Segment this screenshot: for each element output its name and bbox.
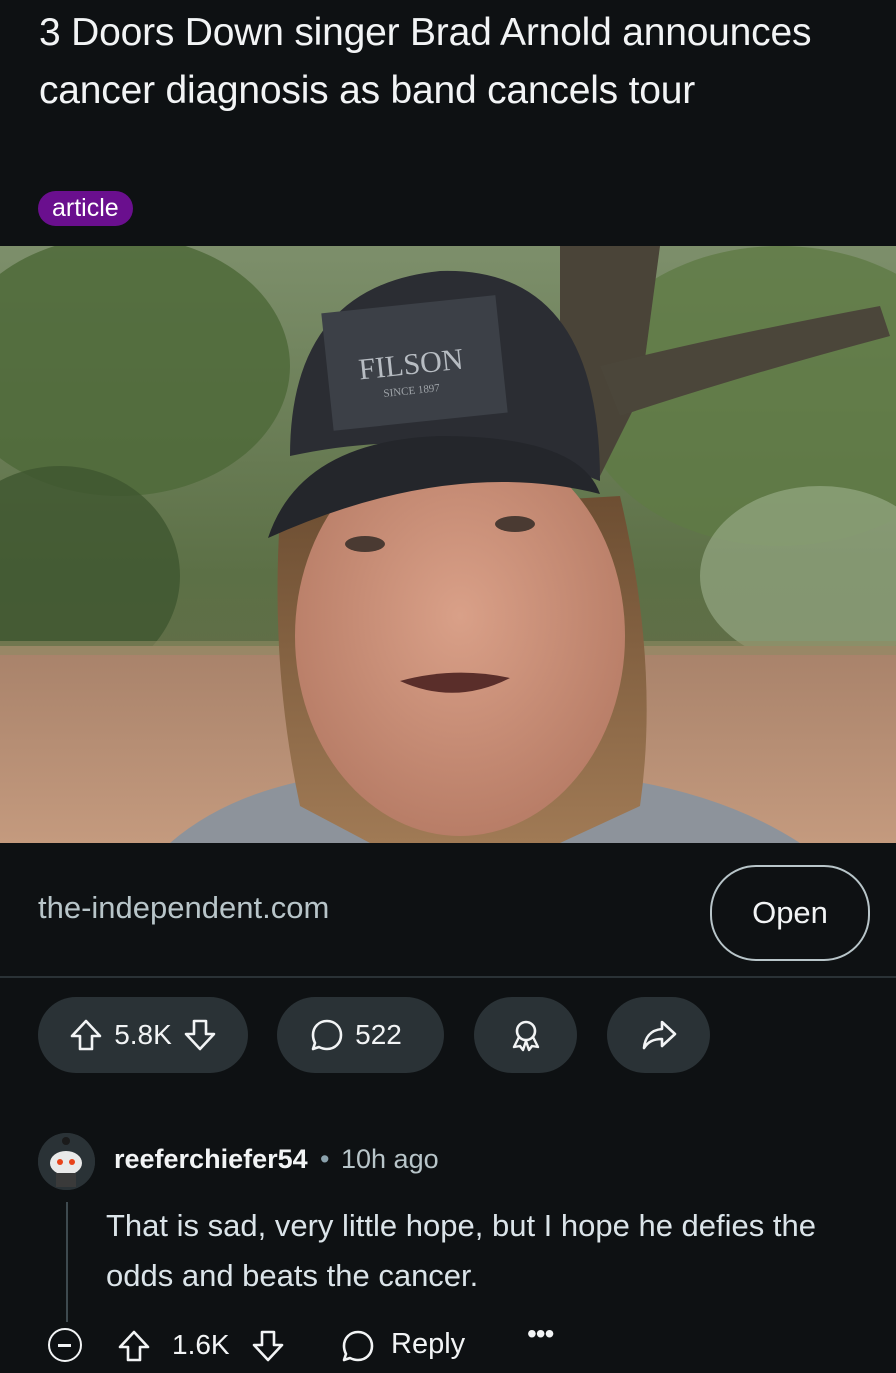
comment-count: 522 bbox=[355, 1019, 402, 1050]
upvote-icon[interactable] bbox=[68, 1017, 104, 1053]
reply-button[interactable]: Reply bbox=[391, 1328, 465, 1361]
more-options-button[interactable]: ••• bbox=[527, 1318, 554, 1350]
comment-score: 1.6K bbox=[172, 1329, 230, 1360]
reply-icon[interactable] bbox=[340, 1328, 376, 1369]
post-title[interactable]: 3 Doors Down singer Brad Arnold announce… bbox=[39, 4, 859, 120]
comment-timestamp: 10h ago bbox=[341, 1144, 439, 1174]
share-button[interactable] bbox=[607, 997, 710, 1073]
meta-separator: • bbox=[320, 1144, 330, 1174]
avatar[interactable] bbox=[38, 1133, 95, 1190]
comments-button[interactable]: 522 bbox=[277, 997, 444, 1073]
share-icon bbox=[640, 1017, 678, 1053]
person-photo: FILSON SINCE 1897 bbox=[0, 246, 896, 843]
collapse-thread-button[interactable] bbox=[48, 1328, 82, 1362]
thread-line[interactable] bbox=[66, 1202, 68, 1322]
comment-body: That is sad, very little hope, but I hop… bbox=[106, 1208, 816, 1293]
open-link-button[interactable]: Open bbox=[710, 865, 870, 961]
comment-upvote-icon[interactable] bbox=[116, 1328, 152, 1369]
vote-bar: 5.8K bbox=[38, 997, 248, 1073]
article-image[interactable]: FILSON SINCE 1897 bbox=[0, 246, 896, 843]
link-domain[interactable]: the-independent.com bbox=[38, 890, 329, 926]
comment-downvote-icon[interactable] bbox=[250, 1328, 286, 1369]
award-icon bbox=[508, 1017, 544, 1053]
post-header: 3 Doors Down singer Brad Arnold announce… bbox=[0, 0, 896, 246]
post-score: 5.8K bbox=[114, 1019, 172, 1050]
comment-username[interactable]: reeferchiefer54 bbox=[114, 1144, 308, 1175]
award-button[interactable] bbox=[474, 997, 577, 1073]
post-flair[interactable]: article bbox=[38, 191, 133, 226]
comment-icon bbox=[309, 1017, 345, 1053]
downvote-icon[interactable] bbox=[182, 1017, 218, 1053]
